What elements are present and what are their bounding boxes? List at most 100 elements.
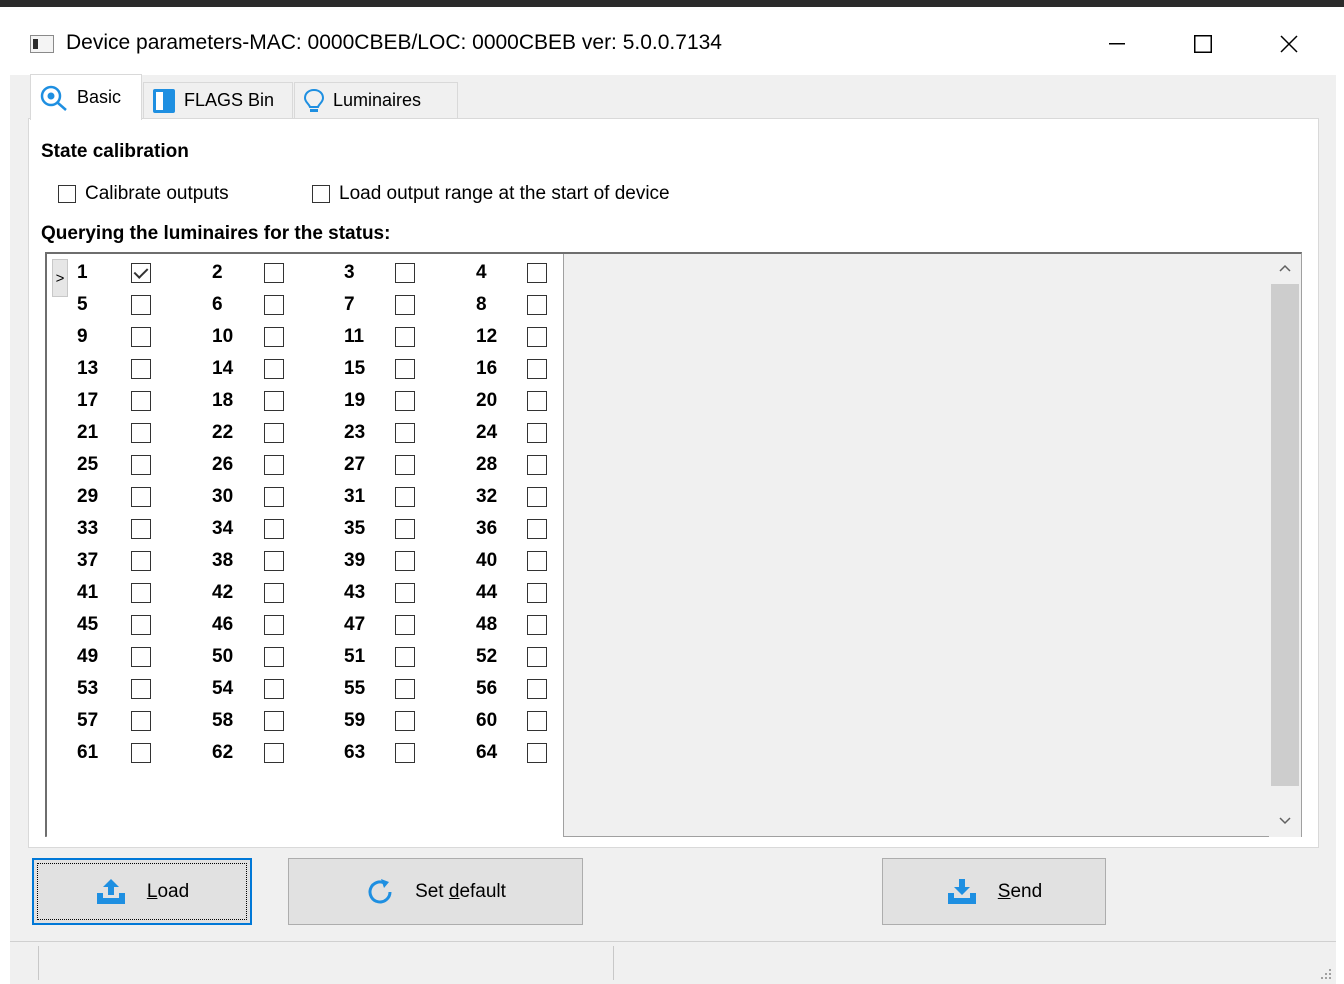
luminaire-checkbox[interactable]	[131, 551, 151, 571]
luminaire-checkbox[interactable]	[264, 327, 284, 347]
luminaire-number: 58	[212, 710, 234, 731]
send-button[interactable]: Send	[882, 858, 1106, 925]
luminaire-checkbox[interactable]	[395, 519, 415, 539]
luminaire-checkbox[interactable]	[395, 487, 415, 507]
tab-basic[interactable]: Basic	[30, 74, 142, 120]
luminaire-number: 44	[476, 582, 498, 603]
luminaire-checkbox[interactable]	[264, 359, 284, 379]
luminaire-checkbox[interactable]	[527, 327, 547, 347]
luminaire-checkbox[interactable]	[395, 423, 415, 443]
luminaire-checkbox[interactable]	[264, 551, 284, 571]
tab-luminaires-label: Luminaires	[333, 90, 422, 110]
luminaire-checkbox[interactable]	[131, 295, 151, 315]
luminaires-grid[interactable]: > 1 2 3 4 5 6 7 8 9 10 11 12 13 14 15 16 17 18 19 20 21 22 23 2…	[45, 252, 1302, 837]
scrollbar-thumb[interactable]	[1271, 284, 1299, 786]
luminaire-checkbox[interactable]	[527, 615, 547, 635]
scroll-up-arrow[interactable]	[1269, 254, 1301, 282]
luminaire-checkbox[interactable]	[395, 295, 415, 315]
luminaire-checkbox[interactable]	[264, 423, 284, 443]
luminaire-checkbox[interactable]	[131, 263, 151, 283]
luminaire-checkbox[interactable]	[264, 743, 284, 763]
luminaire-checkbox[interactable]	[264, 263, 284, 283]
luminaire-checkbox[interactable]	[131, 455, 151, 475]
luminaire-checkbox[interactable]	[527, 391, 547, 411]
luminaire-checkbox[interactable]	[131, 583, 151, 603]
luminaire-number: 19	[344, 390, 366, 411]
luminaire-checkbox[interactable]	[131, 327, 151, 347]
luminaire-checkbox[interactable]	[395, 679, 415, 699]
state-calibration-heading: State calibration	[41, 141, 189, 162]
luminaire-checkbox[interactable]	[527, 487, 547, 507]
tab-flags-bin[interactable]: FLAGS Bin	[143, 82, 293, 118]
luminaire-checkbox[interactable]	[131, 423, 151, 443]
luminaire-checkbox[interactable]	[264, 455, 284, 475]
luminaire-checkbox[interactable]	[527, 711, 547, 731]
maximize-button[interactable]	[1174, 22, 1232, 66]
load-output-range-label[interactable]: Load output range at the start of device	[339, 183, 670, 205]
luminaire-checkbox[interactable]	[131, 359, 151, 379]
luminaire-number: 39	[344, 550, 366, 571]
luminaire-checkbox[interactable]	[131, 743, 151, 763]
resize-grip-icon[interactable]	[1318, 966, 1332, 980]
luminaire-checkbox[interactable]	[264, 519, 284, 539]
luminaire-checkbox[interactable]	[395, 455, 415, 475]
luminaire-checkbox[interactable]	[527, 359, 547, 379]
luminaire-checkbox[interactable]	[264, 583, 284, 603]
luminaire-checkbox[interactable]	[395, 711, 415, 731]
tab-luminaires[interactable]: Luminaires	[294, 82, 458, 118]
luminaire-number: 13	[77, 358, 99, 379]
luminaire-checkbox[interactable]	[131, 391, 151, 411]
luminaire-checkbox[interactable]	[264, 295, 284, 315]
calibrate-outputs-checkbox[interactable]	[58, 185, 76, 203]
luminaire-checkbox[interactable]	[395, 391, 415, 411]
luminaire-checkbox[interactable]	[527, 743, 547, 763]
luminaire-checkbox[interactable]	[395, 551, 415, 571]
basic-settings-icon	[39, 85, 69, 111]
luminaire-checkbox[interactable]	[395, 359, 415, 379]
luminaire-number: 46	[212, 614, 234, 635]
luminaire-checkbox[interactable]	[395, 743, 415, 763]
luminaire-number: 14	[212, 358, 234, 379]
luminaire-checkbox[interactable]	[527, 423, 547, 443]
luminaire-checkbox[interactable]	[264, 647, 284, 667]
luminaire-checkbox[interactable]	[131, 615, 151, 635]
minimize-button[interactable]	[1088, 22, 1146, 66]
luminaire-checkbox[interactable]	[527, 647, 547, 667]
close-button[interactable]	[1260, 22, 1318, 66]
luminaire-checkbox[interactable]	[264, 711, 284, 731]
basic-tab-panel: State calibration Calibrate outputs Load…	[28, 118, 1319, 848]
vertical-scrollbar[interactable]	[1269, 254, 1301, 837]
luminaire-number: 28	[476, 454, 498, 475]
luminaire-checkbox[interactable]	[131, 647, 151, 667]
luminaire-checkbox[interactable]	[131, 679, 151, 699]
luminaire-checkbox[interactable]	[264, 391, 284, 411]
luminaire-checkbox[interactable]	[131, 487, 151, 507]
luminaire-number: 6	[212, 294, 223, 315]
scroll-down-arrow[interactable]	[1269, 807, 1301, 835]
luminaire-checkbox[interactable]	[131, 519, 151, 539]
luminaire-checkbox[interactable]	[395, 263, 415, 283]
luminaire-checkbox[interactable]	[264, 487, 284, 507]
set-default-button[interactable]: Set default	[288, 858, 583, 925]
luminaire-checkbox[interactable]	[264, 679, 284, 699]
luminaire-checkbox[interactable]	[395, 583, 415, 603]
luminaire-checkbox[interactable]	[395, 327, 415, 347]
luminaire-checkbox[interactable]	[527, 679, 547, 699]
calibrate-outputs-label[interactable]: Calibrate outputs	[85, 183, 229, 205]
luminaire-checkbox[interactable]	[527, 263, 547, 283]
luminaire-number: 57	[77, 710, 99, 731]
title-bar[interactable]: Device parameters-MAC: 0000CBEB/LOC: 000…	[10, 7, 1336, 75]
luminaire-checkbox[interactable]	[395, 647, 415, 667]
luminaire-checkbox[interactable]	[527, 455, 547, 475]
load-output-range-checkbox[interactable]	[312, 185, 330, 203]
luminaire-checkbox[interactable]	[395, 615, 415, 635]
luminaire-checkbox[interactable]	[527, 583, 547, 603]
load-button[interactable]: Load	[32, 858, 252, 925]
row-indicator[interactable]: >	[52, 259, 68, 297]
luminaire-checkbox[interactable]	[527, 519, 547, 539]
luminaire-checkbox[interactable]	[264, 615, 284, 635]
luminaire-checkbox[interactable]	[527, 551, 547, 571]
luminaire-checkbox[interactable]	[131, 711, 151, 731]
luminaire-number: 43	[344, 582, 366, 603]
luminaire-checkbox[interactable]	[527, 295, 547, 315]
